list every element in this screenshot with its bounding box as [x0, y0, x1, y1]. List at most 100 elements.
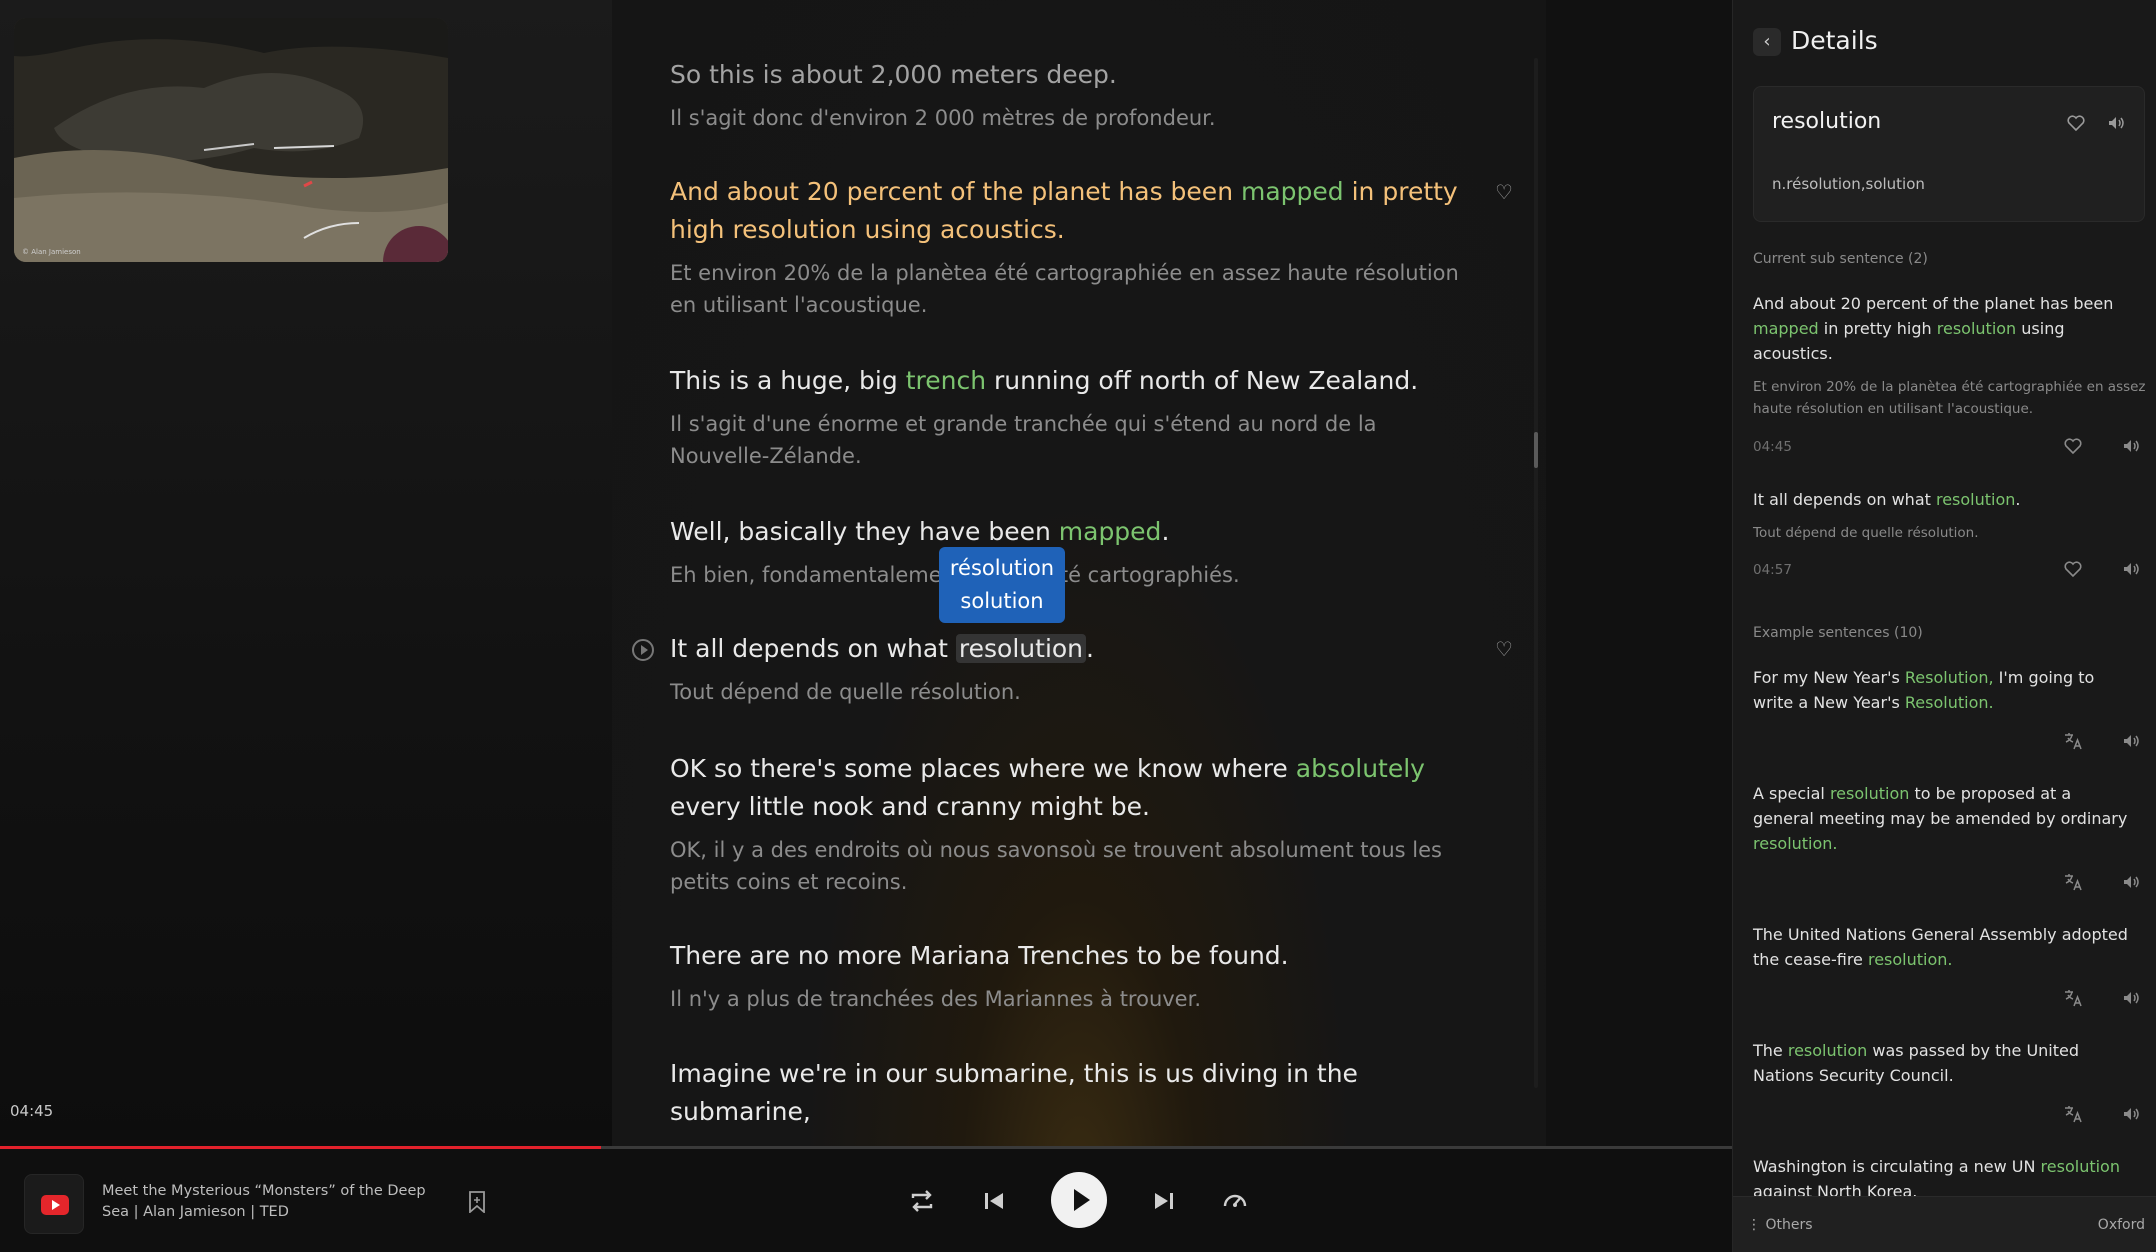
text-run: It all depends on what: [670, 634, 956, 663]
deep-sea-scene: [14, 18, 448, 262]
examples-label: Example sentences (10): [1753, 625, 1923, 641]
favorite-heart-icon[interactable]: [2063, 559, 2083, 579]
word-definition: n.résolution,solution: [1772, 175, 1925, 193]
speaker-icon[interactable]: [2121, 988, 2141, 1008]
track-title: Meet the Mysterious “Monsters” of the De…: [102, 1183, 426, 1220]
text-run: A special: [1753, 784, 1830, 803]
favorite-heart-icon[interactable]: ♡: [1492, 637, 1516, 661]
sub-sentence-time: 04:45: [1753, 439, 1792, 455]
sentence-english[interactable]: There are no more Mariana Trenches to be…: [670, 937, 1470, 975]
highlighted-word: Resolution,: [1904, 668, 1994, 687]
play-icon[interactable]: [1051, 1172, 1107, 1228]
transcript-line-selected[interactable]: It all depends on what resolution. Tout …: [670, 630, 1470, 708]
sentence-french: Eh bien, fondamentalement, ils ont été c…: [670, 563, 1240, 587]
transcript-line[interactable]: So this is about 2,000 meters deep. Il s…: [670, 56, 1470, 134]
text-run: OK so there's some places where we know …: [670, 754, 1296, 783]
speaker-icon[interactable]: [2121, 872, 2141, 892]
example-sentence[interactable]: The resolution was passed by the United …: [1753, 1038, 2128, 1088]
example-sentence[interactable]: The United Nations General Assembly adop…: [1753, 922, 2128, 972]
bookmark-icon[interactable]: [468, 1191, 486, 1214]
sentence-english[interactable]: So this is about 2,000 meters deep.: [670, 56, 1470, 94]
details-footer: ⋮ Others Oxford: [1733, 1196, 2156, 1252]
text-run: running off north of New Zealand.: [986, 366, 1419, 395]
sub-sentence-english[interactable]: It all depends on what resolution.: [1753, 487, 2133, 512]
text-run: .: [2015, 490, 2021, 509]
text-run: every little nook and cranny might be.: [670, 792, 1150, 821]
sentence-english[interactable]: And about 20 percent of the planet has b…: [670, 173, 1470, 249]
video-thumbnail[interactable]: © Alan Jamieson: [14, 18, 448, 262]
transcript-line[interactable]: OK so there's some places where we know …: [670, 750, 1470, 898]
sentence-french: OK, il y a des endroits où nous savonsoù…: [670, 838, 1442, 894]
sentence-english[interactable]: It all depends on what resolution.: [670, 630, 1470, 668]
repeat-icon[interactable]: [907, 1186, 937, 1216]
sentence-english[interactable]: This is a huge, big trench running off n…: [670, 362, 1470, 400]
details-header: ‹ Details: [1733, 0, 2156, 84]
transcript-line[interactable]: Well, basically they have been mapped. E…: [670, 513, 1470, 591]
details-title: Details: [1791, 26, 1878, 55]
translate-icon[interactable]: [2063, 988, 2083, 1008]
sub-sentence-french: Tout dépend de quelle résolution.: [1753, 525, 1979, 541]
highlighted-word[interactable]: mapped: [1059, 517, 1162, 546]
translation-tooltip: résolution solution: [939, 547, 1065, 623]
transcript-line[interactable]: There are no more Mariana Trenches to be…: [670, 937, 1470, 1015]
text-run: The: [1753, 1041, 1788, 1060]
highlighted-word[interactable]: absolutely: [1296, 754, 1425, 783]
speaker-icon[interactable]: [2121, 436, 2141, 456]
text-run: It all depends on what: [1753, 490, 1936, 509]
example-sentence[interactable]: For my New Year's Resolution, I'm going …: [1753, 665, 2128, 715]
translate-icon[interactable]: [2063, 731, 2083, 751]
speaker-icon[interactable]: [2121, 1104, 2141, 1124]
scrollbar-thumb[interactable]: [1534, 432, 1538, 468]
transcript-line-active[interactable]: And about 20 percent of the planet has b…: [670, 173, 1470, 321]
play-sentence-icon[interactable]: [632, 639, 654, 661]
sub-sentence-french: Et environ 20% de la planètea été cartog…: [1753, 379, 2146, 417]
sentence-french: Tout dépend de quelle résolution.: [670, 680, 1021, 704]
next-icon[interactable]: [1149, 1186, 1179, 1216]
highlighted-word: resolution: [2040, 1157, 2120, 1176]
translate-icon[interactable]: [2063, 1104, 2083, 1124]
selected-word[interactable]: resolution: [955, 634, 1087, 663]
sentence-french: Il s'agit donc d'environ 2 000 mètres de…: [670, 106, 1216, 130]
text-run: And about 20 percent of the planet has b…: [670, 177, 1241, 206]
video-credit: © Alan Jamieson: [22, 248, 81, 256]
speed-icon[interactable]: [1220, 1186, 1250, 1216]
sentence-french: Et environ 20% de la planètea été cartog…: [670, 261, 1459, 317]
example-sentence[interactable]: A special resolution to be proposed at a…: [1753, 781, 2128, 856]
translate-icon[interactable]: [2063, 872, 2083, 892]
highlighted-word: resolution.: [1867, 950, 1953, 969]
tooltip-line: résolution: [949, 556, 1055, 580]
scrollbar-track[interactable]: [1534, 58, 1538, 1088]
highlighted-word[interactable]: trench: [906, 366, 986, 395]
speaker-icon[interactable]: [2121, 559, 2141, 579]
youtube-logo-icon: [24, 1174, 84, 1234]
previous-icon[interactable]: [979, 1186, 1009, 1216]
sentence-english[interactable]: Imagine we're in our submarine, this is …: [670, 1055, 1470, 1131]
sentence-french: Il s'agit d'une énorme et grande tranché…: [670, 412, 1377, 468]
speaker-icon[interactable]: [2106, 113, 2126, 133]
back-chevron-icon[interactable]: ‹: [1753, 28, 1781, 56]
text-run: in pretty high: [1818, 319, 1937, 338]
highlighted-word: resolution: [1935, 490, 2016, 509]
highlighted-word[interactable]: mapped: [1241, 177, 1344, 206]
favorite-heart-icon[interactable]: ♡: [1492, 180, 1516, 204]
sentence-english[interactable]: OK so there's some places where we know …: [670, 750, 1470, 826]
text-run: For my New Year's: [1753, 668, 1905, 687]
transcript-pane[interactable]: So this is about 2,000 meters deep. Il s…: [612, 0, 1546, 1146]
word-title: resolution: [1772, 109, 1882, 134]
sub-sentence-english[interactable]: And about 20 percent of the planet has b…: [1753, 291, 2133, 366]
transcript-line[interactable]: This is a huge, big trench running off n…: [670, 362, 1470, 472]
example-sentence[interactable]: Washington is circulating a new UN resol…: [1753, 1154, 2128, 1196]
speaker-icon[interactable]: [2121, 731, 2141, 751]
text-run: Well, basically they have been: [670, 517, 1059, 546]
text-run: .: [1086, 634, 1094, 663]
word-card: resolution n.résolution,solution: [1753, 86, 2145, 222]
dictionary-source[interactable]: Oxford: [2098, 1217, 2145, 1233]
player-bar: Meet the Mysterious “Monsters” of the De…: [0, 1149, 1732, 1252]
transcript-line[interactable]: Imagine we're in our submarine, this is …: [670, 1055, 1470, 1131]
sentence-english[interactable]: Well, basically they have been mapped.: [670, 513, 1470, 551]
highlighted-word: resolution.: [1753, 834, 1838, 853]
favorite-heart-icon[interactable]: [2066, 113, 2086, 133]
others-menu[interactable]: ⋮ Others: [1747, 1217, 1813, 1233]
text-run: This is a huge, big: [670, 366, 906, 395]
favorite-heart-icon[interactable]: [2063, 436, 2083, 456]
